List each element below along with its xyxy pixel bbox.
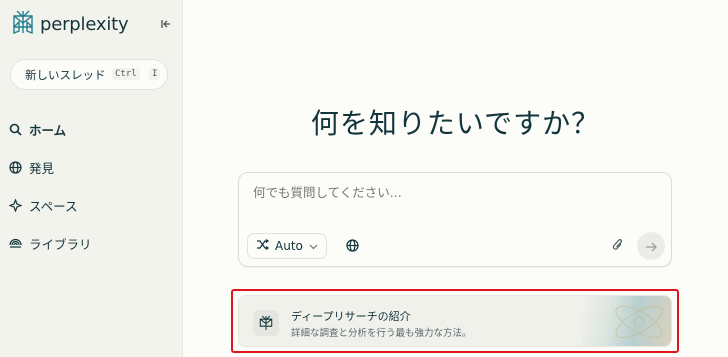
promo-subtitle: 詳細な調査と分析を行う最も強力な方法。 bbox=[291, 328, 472, 339]
arrow-right-icon bbox=[645, 237, 657, 256]
submit-button[interactable] bbox=[637, 232, 665, 260]
sidebar-item-home[interactable]: ホーム bbox=[0, 110, 183, 148]
ask-composer: Auto bbox=[238, 172, 672, 267]
chevron-down-icon bbox=[309, 239, 318, 253]
ask-input[interactable] bbox=[253, 185, 653, 200]
sidebar-item-label: 発見 bbox=[29, 160, 55, 176]
sidebar-item-discover[interactable]: 発見 bbox=[0, 148, 183, 186]
paperclip-icon bbox=[612, 237, 624, 256]
search-mode-selector[interactable]: Auto bbox=[247, 233, 327, 259]
collapse-sidebar-button[interactable] bbox=[157, 15, 175, 33]
sidebar-item-library[interactable]: ライブラリ bbox=[0, 224, 183, 262]
brand-name: perplexity bbox=[40, 13, 129, 35]
sidebar-nav: ホーム 発見 スペース ライブラリ bbox=[0, 110, 183, 262]
spaces-icon bbox=[8, 198, 22, 212]
shortcut-ctrl: Ctrl bbox=[112, 68, 140, 80]
page-title: 何を知りたいですか？ bbox=[310, 107, 601, 140]
deep-research-promo-card[interactable]: ディープリサーチの紹介 詳細な調査と分析を行う最も強力な方法。 bbox=[238, 295, 672, 347]
sources-button[interactable] bbox=[343, 237, 361, 255]
new-thread-button[interactable]: 新しいスレッド Ctrl I bbox=[10, 59, 168, 90]
library-icon bbox=[8, 236, 22, 250]
perplexity-logo-icon bbox=[12, 10, 34, 38]
shortcut-key: I bbox=[149, 68, 161, 80]
new-thread-label: 新しいスレッド bbox=[25, 67, 106, 82]
shuffle-icon bbox=[256, 239, 269, 253]
sidebar-item-label: スペース bbox=[29, 198, 78, 214]
deep-research-icon bbox=[253, 310, 279, 336]
sidebar-item-label: ホーム bbox=[29, 122, 67, 138]
sidebar-item-label: ライブラリ bbox=[29, 236, 92, 252]
globe-icon bbox=[345, 237, 359, 256]
home-search-icon bbox=[8, 122, 22, 136]
promo-artwork bbox=[581, 296, 671, 346]
search-mode-label: Auto bbox=[275, 239, 303, 253]
attach-button[interactable] bbox=[609, 237, 627, 255]
promo-title: ディープリサーチの紹介 bbox=[291, 310, 411, 323]
brand[interactable]: perplexity bbox=[12, 10, 129, 38]
globe-icon bbox=[8, 160, 22, 174]
sidebar: perplexity 新しいスレッド Ctrl I ホーム 発見 スペース ライ… bbox=[0, 0, 183, 357]
sidebar-item-spaces[interactable]: スペース bbox=[0, 186, 183, 224]
